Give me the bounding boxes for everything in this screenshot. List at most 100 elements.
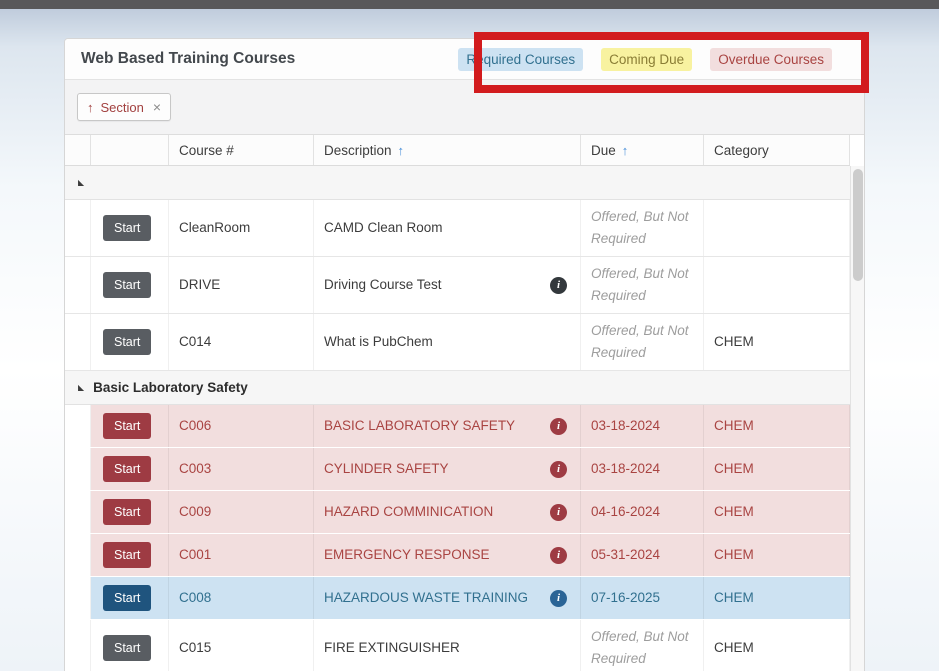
action-cell: Start	[91, 577, 169, 619]
column-header-empty-0	[65, 135, 91, 165]
description-text: CYLINDER SAFETY	[324, 458, 449, 480]
row-indent-cell	[65, 314, 91, 370]
group-chip-section[interactable]: ↑ Section ×	[77, 93, 171, 121]
due-cell: 07-16-2025	[581, 577, 704, 619]
description-text: FIRE EXTINGUISHER	[324, 637, 460, 659]
info-icon[interactable]: i	[550, 418, 567, 435]
course-row: Start C001EMERGENCY RESPONSEi05-31-2024CH…	[65, 534, 850, 577]
course-number-cell: CleanRoom	[169, 200, 314, 256]
info-icon[interactable]: i	[550, 277, 567, 294]
action-cell: Start	[91, 314, 169, 370]
category-cell	[704, 200, 850, 256]
course-number-cell: C001	[169, 534, 314, 576]
course-number-cell: C006	[169, 405, 314, 447]
course-number-cell: C009	[169, 491, 314, 533]
group-header-row[interactable]: ◣	[65, 166, 850, 200]
start-button[interactable]: Start	[103, 272, 151, 298]
row-indent-cell	[65, 405, 91, 447]
column-label: Category	[714, 143, 769, 158]
page-title: Web Based Training Courses	[81, 50, 295, 68]
start-button[interactable]: Start	[103, 329, 151, 355]
description-cell: What is PubChem	[314, 314, 581, 370]
info-icon[interactable]: i	[550, 461, 567, 478]
course-number-cell: C014	[169, 314, 314, 370]
course-number-cell: C003	[169, 448, 314, 490]
course-row: StartC006BASIC LABORATORY SAFETYi03-18-2…	[65, 405, 850, 448]
remove-group-icon[interactable]: ×	[153, 99, 161, 115]
category-cell: CHEM	[704, 620, 850, 671]
start-button[interactable]: Start	[103, 585, 151, 611]
description-cell: HAZARDOUS WASTE TRAINING i	[314, 577, 581, 619]
column-header-course[interactable]: Course #	[169, 135, 314, 165]
column-header-category[interactable]: Category	[704, 135, 850, 165]
panel-header: Web Based Training Courses Required Cour…	[65, 39, 864, 80]
start-button[interactable]: Start	[103, 456, 151, 482]
description-cell: Driving Course Testi	[314, 257, 581, 313]
action-cell: Start	[91, 491, 169, 533]
grid-body: ◣StartCleanRoomCAMD Clean RoomOffered, B…	[65, 166, 850, 671]
row-indent-cell	[65, 257, 91, 313]
category-cell: CHEM	[704, 405, 850, 447]
row-indent-cell	[65, 577, 91, 619]
column-header-empty-1	[91, 135, 169, 165]
description-cell: CAMD Clean Room	[314, 200, 581, 256]
course-row: Start C008 HAZARDOUS WASTE TRAINING i 07-16-…	[65, 577, 850, 620]
legend-badge-coming-due: Coming Due	[601, 48, 692, 71]
collapse-group-icon[interactable]: ◣	[78, 179, 84, 187]
sort-arrow-icon: ↑	[622, 143, 629, 158]
action-cell: Start	[91, 405, 169, 447]
start-button[interactable]: Start	[103, 499, 151, 525]
category-cell: CHEM	[704, 491, 850, 533]
category-cell	[704, 257, 850, 313]
info-icon[interactable]: i	[550, 590, 567, 607]
start-button[interactable]: Start	[103, 215, 151, 241]
row-indent-cell	[65, 534, 91, 576]
category-cell: CHEM	[704, 314, 850, 370]
legend-badge-required: Required Courses	[458, 48, 583, 71]
start-button[interactable]: Start	[103, 542, 151, 568]
description-text: HAZARDOUS WASTE TRAINING	[324, 587, 528, 609]
column-header-due[interactable]: Due ↑	[581, 135, 704, 165]
category-cell: CHEM	[704, 534, 850, 576]
column-header-description[interactable]: Description ↑	[314, 135, 581, 165]
sort-arrow-icon: ↑	[398, 143, 405, 158]
row-indent-cell	[65, 620, 91, 671]
course-row: StartC009HAZARD COMMINICATIONi04-16-2024…	[65, 491, 850, 534]
course-row: StartDRIVEDriving Course TestiOffered, B…	[65, 257, 850, 314]
column-label: Description	[324, 143, 392, 158]
course-number-cell: C015	[169, 620, 314, 671]
course-number-cell: C008	[169, 577, 314, 619]
grid-header-row: Course # Description ↑ Due ↑ Category	[65, 135, 850, 166]
course-row: StartCleanRoomCAMD Clean RoomOffered, Bu…	[65, 200, 850, 257]
due-cell: Offered, But Not Required	[581, 620, 704, 671]
description-text: What is PubChem	[324, 331, 433, 353]
category-cell: CHEM	[704, 448, 850, 490]
training-courses-panel: Web Based Training Courses Required Cour…	[64, 38, 865, 671]
description-cell: EMERGENCY RESPONSEi	[314, 534, 581, 576]
action-cell: Start	[91, 448, 169, 490]
row-indent-cell	[65, 491, 91, 533]
vertical-scrollbar[interactable]	[850, 166, 864, 671]
scrollbar-thumb[interactable]	[853, 169, 863, 281]
collapse-group-icon[interactable]: ◣	[78, 384, 84, 392]
description-cell: FIRE EXTINGUISHER	[314, 620, 581, 671]
start-button[interactable]: Start	[103, 635, 151, 661]
column-label: Due	[591, 143, 616, 158]
start-button[interactable]: Start	[103, 413, 151, 439]
group-header-row[interactable]: ◣ Basic Laboratory Safety	[65, 371, 850, 405]
sort-ascending-icon[interactable]: ↑	[87, 100, 94, 115]
course-row: Start C015 FIRE EXTINGUISHER Offered, But N…	[65, 620, 850, 671]
action-cell: Start	[91, 534, 169, 576]
group-chip-label: Section	[101, 100, 144, 115]
info-icon[interactable]: i	[550, 504, 567, 521]
window-top-strip	[0, 0, 939, 9]
group-label: Basic Laboratory Safety	[93, 380, 248, 395]
row-indent-cell	[65, 448, 91, 490]
action-cell: Start	[91, 620, 169, 671]
course-row: StartC003CYLINDER SAFETYi03-18-2024CHEM	[65, 448, 850, 491]
due-cell: Offered, But Not Required	[581, 257, 704, 313]
course-row: StartC014What is PubChemOffered, But Not…	[65, 314, 850, 371]
info-icon[interactable]: i	[550, 547, 567, 564]
description-cell: BASIC LABORATORY SAFETYi	[314, 405, 581, 447]
due-cell: 05-31-2024	[581, 534, 704, 576]
